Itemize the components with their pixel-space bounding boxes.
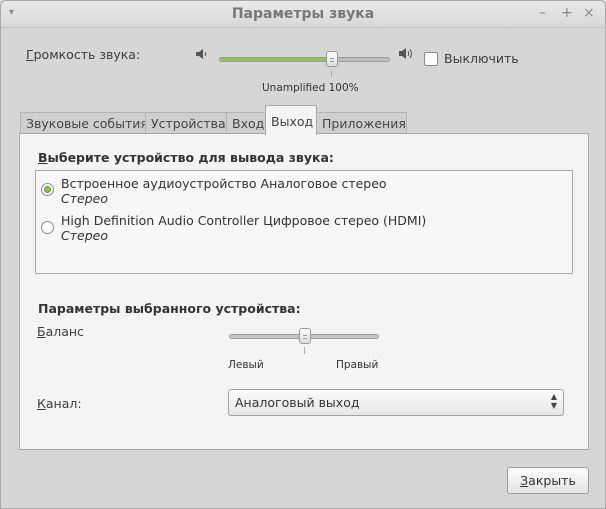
- volume-slider-handle[interactable]: [326, 51, 338, 67]
- title-bar[interactable]: ▾ Параметры звука – + ×: [1, 1, 605, 28]
- list-item[interactable]: Встроенное аудиоустройство Аналоговое ст…: [36, 171, 572, 208]
- tab-output[interactable]: Выход: [265, 105, 317, 135]
- balance-left-label: Левый: [228, 359, 264, 371]
- device-radio[interactable]: [41, 221, 54, 234]
- channel-select[interactable]: Аналоговый выход ▲ ▼: [228, 389, 564, 416]
- channel-label-mnemonic: К: [37, 396, 46, 411]
- output-device-list[interactable]: Встроенное аудиоустройство Аналоговое ст…: [35, 170, 573, 274]
- output-device-heading: Выберите устройство для вывода звука:: [38, 150, 334, 165]
- device-name: Встроенное аудиоустройство Аналоговое ст…: [61, 176, 387, 191]
- mute-label[interactable]: Выключить: [444, 51, 519, 66]
- balance-label-text: аланс: [45, 324, 84, 339]
- volume-label: Громкость звука:: [26, 47, 140, 62]
- output-heading-mnemonic: В: [38, 150, 48, 165]
- tab-sound-events[interactable]: Звуковые события: [20, 112, 148, 134]
- close-button[interactable]: Закрыть: [507, 467, 589, 494]
- balance-right-label: Правый: [336, 359, 379, 371]
- device-radio-selected[interactable]: [41, 183, 54, 196]
- volume-100-tick: [331, 70, 332, 77]
- channel-label: Канал:: [37, 396, 82, 411]
- list-item[interactable]: High Definition Audio Controller Цифрово…: [36, 208, 572, 245]
- volume-label-mnemonic: Г: [26, 47, 34, 62]
- tab-devices[interactable]: Устройства: [145, 112, 227, 134]
- volume-slider[interactable]: [219, 51, 390, 67]
- balance-slider-handle[interactable]: [299, 328, 311, 344]
- updown-arrows-icon: ▲ ▼: [550, 392, 557, 410]
- minimize-icon[interactable]: –: [539, 5, 546, 21]
- device-subtitle: Стерео: [61, 191, 108, 206]
- speaker-high-icon: [398, 47, 414, 64]
- volume-marker-label: Unamplified 100%: [262, 82, 359, 94]
- device-params-heading: Параметры выбранного устройства:: [38, 301, 301, 316]
- sound-settings-window: ▾ Параметры звука – + × Громкость звука:…: [0, 0, 606, 509]
- close-icon[interactable]: ×: [583, 5, 595, 21]
- volume-slider-fill: [220, 58, 332, 61]
- balance-slider[interactable]: [229, 328, 379, 344]
- mute-checkbox[interactable]: [424, 52, 438, 66]
- channel-select-value: Аналоговый выход: [235, 395, 360, 410]
- output-heading-text: ыберите устройство для вывода звука:: [47, 150, 334, 165]
- close-button-text: акрыть: [528, 473, 576, 488]
- speaker-low-icon: [195, 48, 209, 63]
- volume-label-text: ромкость звука:: [33, 47, 141, 62]
- channel-label-text: анал:: [45, 396, 82, 411]
- tab-applications[interactable]: Приложения: [316, 112, 407, 134]
- balance-center-tick: [304, 347, 305, 354]
- device-subtitle: Стерео: [61, 228, 108, 243]
- device-name: High Definition Audio Controller Цифрово…: [61, 213, 427, 228]
- balance-label: Баланс: [37, 324, 84, 339]
- maximize-icon[interactable]: +: [561, 5, 573, 21]
- balance-label-mnemonic: Б: [37, 324, 46, 339]
- window-title: Параметры звука: [231, 6, 375, 22]
- tab-input[interactable]: Вход: [226, 112, 266, 134]
- close-button-mnemonic: З: [520, 473, 529, 488]
